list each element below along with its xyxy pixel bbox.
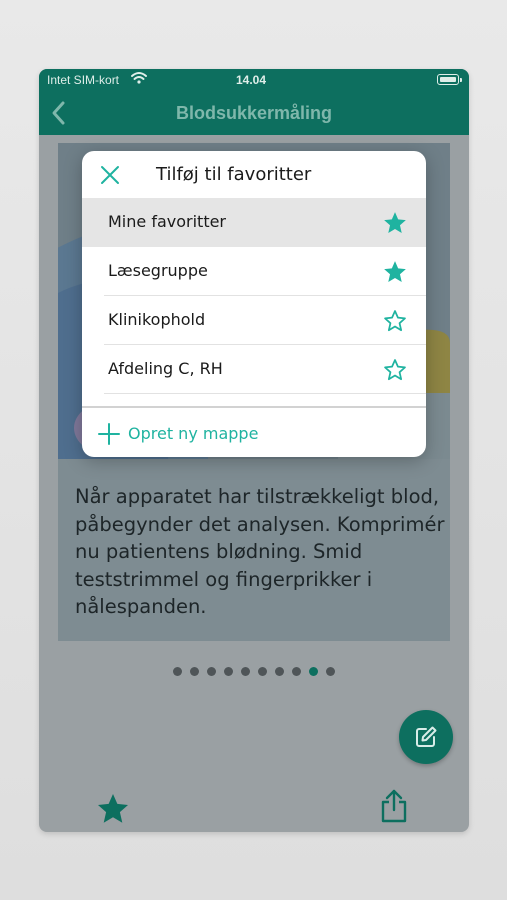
star-filled-icon[interactable] [382, 210, 408, 241]
star-outline-icon[interactable] [382, 357, 408, 388]
carrier-label: Intet SIM-kort [47, 73, 120, 87]
dialog-divider [82, 406, 426, 408]
page-dot[interactable] [275, 667, 284, 676]
folder-item-laesegruppe[interactable]: Læsegruppe [82, 247, 426, 296]
folder-list: Mine favoritter Læsegruppe Klinikophold … [82, 198, 426, 394]
close-icon[interactable] [98, 163, 122, 192]
instruction-card: Når apparatet har tilstrækkeligt blod, p… [58, 459, 450, 641]
divider [104, 393, 426, 394]
favorite-star-icon[interactable] [94, 791, 132, 832]
page-indicator[interactable] [39, 667, 469, 676]
edit-icon [416, 726, 437, 747]
page-dot[interactable] [190, 667, 199, 676]
star-outline-icon[interactable] [382, 308, 408, 339]
folder-label: Klinikophold [108, 310, 206, 329]
page-dot[interactable] [207, 667, 216, 676]
page-dot[interactable] [292, 667, 301, 676]
instruction-text: Når apparatet har tilstrækkeligt blod, p… [75, 485, 445, 618]
edit-button[interactable] [399, 710, 453, 764]
page-dot[interactable] [309, 667, 318, 676]
nav-bar: Blodsukkermåling [39, 91, 469, 135]
star-filled-icon[interactable] [382, 259, 408, 290]
folder-label: Mine favoritter [108, 212, 227, 231]
folder-item-mine-favoritter[interactable]: Mine favoritter [82, 198, 426, 247]
create-folder-label: Opret ny mappe [128, 424, 259, 443]
dialog-title: Tilføj til favoritter [156, 164, 312, 185]
page-dot[interactable] [326, 667, 335, 676]
folder-item-klinikophold[interactable]: Klinikophold [82, 296, 426, 345]
add-to-favorites-dialog: Tilføj til favoritter Mine favoritter Læ… [82, 151, 426, 457]
page-dot[interactable] [241, 667, 250, 676]
folder-label: Afdeling C, RH [108, 359, 223, 378]
status-time: 14.04 [236, 73, 267, 87]
page-dot[interactable] [173, 667, 182, 676]
plus-icon [97, 422, 121, 451]
battery-icon [437, 74, 462, 85]
status-bar: Intet SIM-kort 14.04 [39, 69, 469, 91]
page-dot[interactable] [258, 667, 267, 676]
page-title: Blodsukkermåling [175, 103, 333, 123]
page-dot[interactable] [224, 667, 233, 676]
folder-item-afdeling-c-rh[interactable]: Afdeling C, RH [82, 345, 426, 394]
share-icon[interactable] [379, 788, 409, 829]
folder-label: Læsegruppe [108, 261, 208, 280]
wifi-icon [131, 71, 147, 88]
